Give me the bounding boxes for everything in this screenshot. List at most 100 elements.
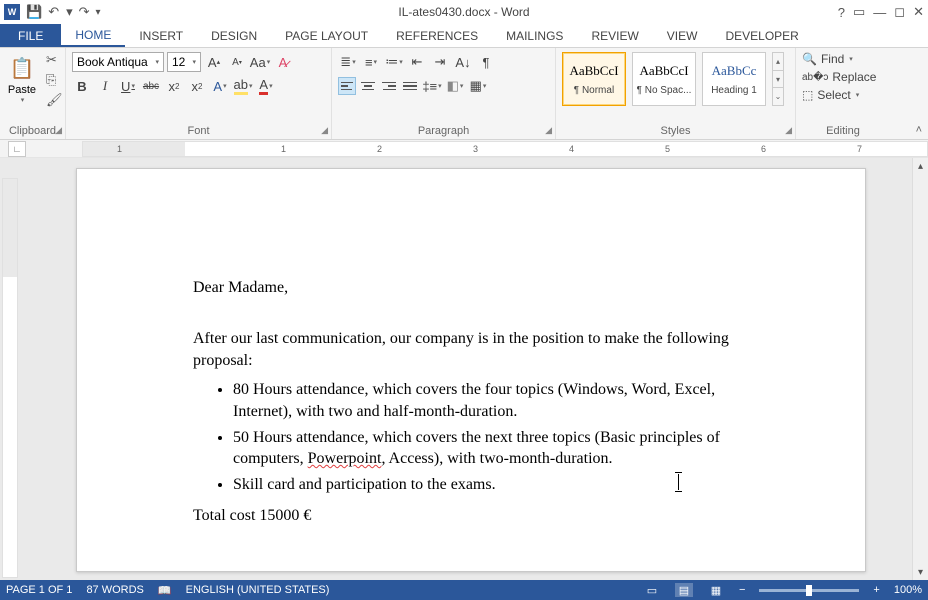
tab-design[interactable]: DESIGN — [197, 24, 271, 47]
qat-redo-icon[interactable]: ↷ — [79, 4, 90, 20]
styles-launcher-icon[interactable]: ◢ — [785, 125, 792, 136]
ribbon-display-options-icon[interactable]: ▭ — [853, 4, 865, 20]
text-effects-icon[interactable]: A▾ — [210, 76, 230, 96]
style-heading-1[interactable]: AaBbCc Heading 1 — [702, 52, 766, 106]
status-word-count[interactable]: 87 WORDS — [86, 584, 143, 596]
replace-button[interactable]: ab�ↄ Replace — [802, 70, 876, 84]
find-button[interactable]: 🔍 Find ▾ — [802, 52, 876, 66]
tab-view[interactable]: VIEW — [653, 24, 712, 47]
show-marks-icon[interactable]: ¶ — [476, 52, 496, 72]
styles-up-icon[interactable]: ▴ — [773, 53, 783, 71]
qat-customize-icon[interactable]: ▾ — [96, 7, 101, 18]
find-icon: 🔍 — [802, 52, 817, 66]
align-center-button[interactable] — [359, 77, 377, 95]
minimize-icon[interactable]: — — [873, 5, 886, 20]
style-preview: AaBbCc — [712, 63, 757, 79]
borders-icon[interactable]: ▦▾ — [468, 76, 488, 96]
cut-icon[interactable]: ✂ — [46, 52, 63, 68]
grow-font-icon[interactable]: A▴ — [204, 52, 224, 72]
view-read-mode-icon[interactable]: ▭ — [643, 583, 661, 597]
help-icon[interactable]: ? — [838, 5, 845, 20]
zoom-thumb[interactable] — [806, 585, 812, 596]
styles-more-icon[interactable]: ⌄ — [773, 88, 783, 105]
vertical-ruler[interactable] — [2, 178, 18, 578]
change-case-icon[interactable]: Aa▾ — [250, 52, 270, 72]
font-name-combo[interactable]: Book Antiqua ▾ — [72, 52, 164, 72]
zoom-out-icon[interactable]: − — [739, 584, 745, 596]
format-painter-icon[interactable]: 🖌 — [46, 92, 63, 108]
paste-button[interactable]: 📋 Paste ▾ — [6, 52, 38, 104]
style-no-spacing[interactable]: AaBbCcI ¶ No Spac... — [632, 52, 696, 106]
font-launcher-icon[interactable]: ◢ — [321, 125, 328, 136]
underline-button[interactable]: U▾ — [118, 76, 138, 96]
style-name: ¶ No Spac... — [637, 85, 692, 96]
styles-scroll[interactable]: ▴ ▾ ⌄ — [772, 52, 784, 106]
status-language[interactable]: ENGLISH (UNITED STATES) — [186, 584, 330, 596]
vertical-scrollbar[interactable]: ▴ ▾ — [912, 158, 928, 580]
status-proofing-icon[interactable]: 📖 — [158, 584, 172, 597]
sort-icon[interactable]: A↓ — [453, 52, 473, 72]
font-name-dropdown-icon[interactable]: ▾ — [155, 58, 159, 66]
italic-button[interactable]: I — [95, 76, 115, 96]
select-dropdown-icon[interactable]: ▾ — [856, 91, 860, 99]
maximize-icon[interactable]: ◻ — [894, 4, 905, 20]
clipboard-launcher-icon[interactable]: ◢ — [55, 125, 62, 136]
tab-mailings[interactable]: MAILINGS — [492, 24, 577, 47]
status-page[interactable]: PAGE 1 OF 1 — [6, 584, 72, 596]
increase-indent-icon[interactable]: ⇥ — [430, 52, 450, 72]
align-right-button[interactable] — [380, 77, 398, 95]
ribbon-group-paragraph: ≣▾ ≡▾ ≔▾ ⇤ ⇥ A↓ ¶ ‡≡▾ ◧▾ ▦▾ — [332, 48, 556, 139]
bullets-icon[interactable]: ≣▾ — [338, 52, 358, 72]
strikethrough-button[interactable]: abc — [141, 76, 161, 96]
styles-down-icon[interactable]: ▾ — [773, 71, 783, 89]
superscript-button[interactable]: x2 — [187, 76, 207, 96]
qat-undo-icon[interactable]: ↶ — [48, 4, 59, 20]
align-left-button[interactable] — [338, 77, 356, 95]
close-icon[interactable]: ✕ — [913, 4, 924, 20]
find-dropdown-icon[interactable]: ▾ — [849, 55, 853, 63]
collapse-ribbon-icon[interactable]: ˄ — [916, 124, 922, 136]
font-size-dropdown-icon[interactable]: ▾ — [192, 58, 196, 66]
tab-developer[interactable]: DEVELOPER — [711, 24, 812, 47]
highlight-icon[interactable]: ab▾ — [233, 76, 253, 96]
zoom-level[interactable]: 100% — [894, 584, 922, 596]
horizontal-ruler[interactable]: 1 1 2 3 4 5 6 7 — [82, 141, 928, 157]
select-button[interactable]: ⬚ Select ▾ — [802, 88, 876, 102]
tab-page-layout[interactable]: PAGE LAYOUT — [271, 24, 382, 47]
justify-button[interactable] — [401, 77, 419, 95]
tab-insert[interactable]: INSERT — [125, 24, 197, 47]
view-web-layout-icon[interactable]: ▦ — [707, 583, 725, 597]
scroll-up-icon[interactable]: ▴ — [913, 158, 928, 174]
qat-save-icon[interactable]: 💾 — [26, 4, 42, 20]
page[interactable]: Dear Madame, After our last communicatio… — [76, 168, 866, 572]
tab-references[interactable]: REFERENCES — [382, 24, 492, 47]
style-name: Heading 1 — [711, 85, 757, 96]
numbering-icon[interactable]: ≡▾ — [361, 52, 381, 72]
shading-icon[interactable]: ◧▾ — [445, 76, 465, 96]
font-name-value: Book Antiqua — [77, 55, 148, 69]
subscript-button[interactable]: x2 — [164, 76, 184, 96]
style-normal[interactable]: AaBbCcI ¶ Normal — [562, 52, 626, 106]
decrease-indent-icon[interactable]: ⇤ — [407, 52, 427, 72]
shrink-font-icon[interactable]: A▾ — [227, 52, 247, 72]
ribbon-group-clipboard: 📋 Paste ▾ ✂ ⎘ 🖌 Clipboard ◢ — [0, 48, 66, 139]
document-body[interactable]: Dear Madame, After our last communicatio… — [193, 277, 765, 527]
qat-undo-dropdown[interactable]: ▾ — [66, 4, 73, 20]
clear-formatting-icon[interactable]: A̷ — [273, 52, 293, 72]
line-spacing-icon[interactable]: ‡≡▾ — [422, 76, 442, 96]
font-size-combo[interactable]: 12 ▾ — [167, 52, 201, 72]
tab-review[interactable]: REVIEW — [577, 24, 652, 47]
zoom-in-icon[interactable]: + — [873, 584, 879, 596]
multilevel-list-icon[interactable]: ≔▾ — [384, 52, 404, 72]
scroll-down-icon[interactable]: ▾ — [913, 564, 928, 580]
bold-button[interactable]: B — [72, 76, 92, 96]
font-color-icon[interactable]: A▾ — [256, 76, 276, 96]
paste-dropdown-icon[interactable]: ▾ — [21, 96, 25, 104]
tab-file[interactable]: FILE — [0, 24, 61, 47]
paragraph-launcher-icon[interactable]: ◢ — [545, 125, 552, 136]
zoom-slider[interactable] — [759, 589, 859, 592]
tab-selector[interactable]: ∟ — [8, 141, 26, 157]
view-print-layout-icon[interactable]: ▤ — [675, 583, 693, 597]
copy-icon[interactable]: ⎘ — [46, 72, 63, 88]
tab-home[interactable]: HOME — [61, 24, 125, 47]
